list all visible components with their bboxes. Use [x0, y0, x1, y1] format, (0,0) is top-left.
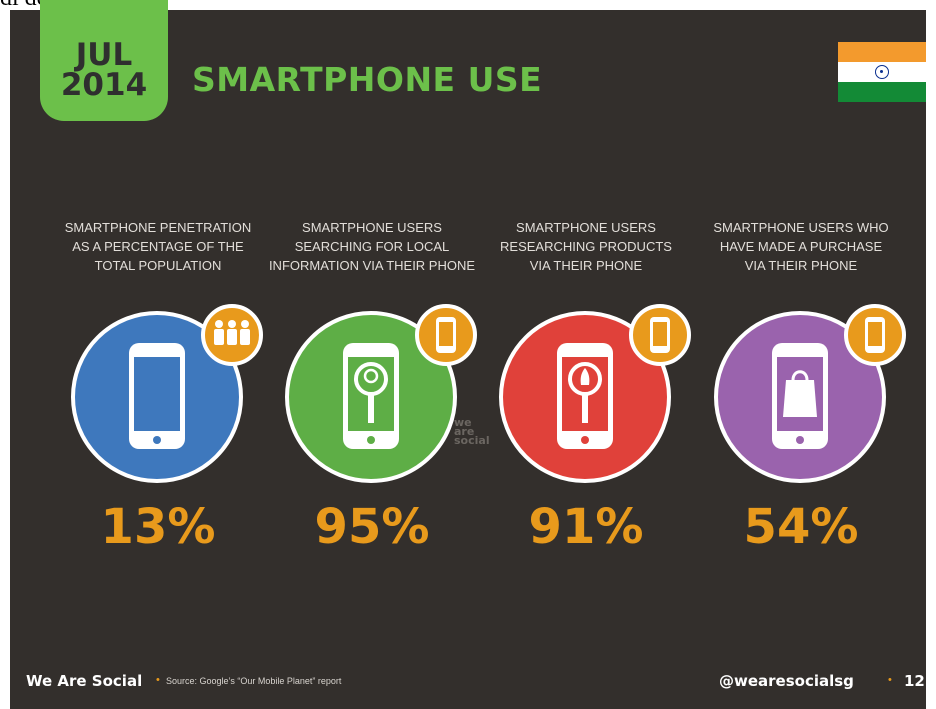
stat-label-line: AS A PERCENTAGE OF THE: [72, 239, 244, 254]
badge: [201, 304, 263, 366]
stat-label-line: VIA THEIR PHONE: [529, 258, 643, 273]
people-icon: [214, 320, 250, 345]
stat-card-research-products: SMARTPHONE USERS RESEARCHING PRODUCTS VI…: [476, 218, 696, 555]
smartphone-icon: [650, 317, 670, 353]
stat-label-line: VIA THEIR PHONE: [744, 258, 858, 273]
stat-label-line: INFORMATION VIA THEIR PHONE: [268, 258, 476, 273]
smartphone-icon: [865, 317, 885, 353]
badge: [629, 304, 691, 366]
stat-label: SMARTPHONE PENETRATION AS A PERCENTAGE O…: [48, 218, 268, 278]
footer-separator: •: [156, 674, 160, 686]
stat-value: 91%: [528, 499, 644, 555]
flag-saffron-band: [838, 42, 926, 62]
stat-label-line: RESEARCHING PRODUCTS: [500, 239, 672, 254]
stat-label: SMARTPHONE USERS RESEARCHING PRODUCTS VI…: [476, 218, 696, 278]
stat-value: 13%: [100, 499, 216, 555]
stat-label-line: SMARTPHONE USERS: [516, 220, 656, 235]
flag-green-band: [838, 82, 926, 102]
stat-label-line: HAVE MADE A PURCHASE: [719, 239, 883, 254]
chakra-icon: [875, 65, 889, 79]
india-flag-icon: [838, 42, 926, 102]
stat-label-line: SMARTPHONE USERS WHO: [713, 220, 889, 235]
stat-label-line: SMARTPHONE USERS: [302, 220, 442, 235]
badge: [415, 304, 477, 366]
footer-brand: We Are Social: [26, 672, 143, 690]
slide-title: SMARTPHONE USE: [192, 60, 543, 99]
date-month: JUL: [75, 37, 133, 73]
stat-label-line: SMARTPHONE PENETRATION: [64, 220, 252, 235]
badge: [844, 304, 906, 366]
footer-separator: •: [888, 674, 892, 686]
stat-label-line: TOTAL POPULATION: [94, 258, 222, 273]
date-tab: JUL 2014: [40, 0, 168, 121]
stat-label: SMARTPHONE USERS WHO HAVE MADE A PURCHAS…: [691, 218, 911, 278]
stat-value: 54%: [743, 499, 859, 555]
stat-label-line: SEARCHING FOR LOCAL: [294, 239, 450, 254]
footer-page-number: 12: [904, 672, 925, 690]
smartphone-icon: [436, 317, 456, 353]
stat-card-local-search: SMARTPHONE USERS SEARCHING FOR LOCAL INF…: [262, 218, 482, 555]
footer-source: Source: Google’s “Our Mobile Planet” rep…: [166, 676, 342, 686]
stat-card-penetration: SMARTPHONE PENETRATION AS A PERCENTAGE O…: [48, 218, 268, 555]
date-year: 2014: [60, 67, 148, 103]
stat-value: 95%: [314, 499, 430, 555]
footer-handle: @wearesocialsg: [719, 672, 854, 690]
we-are-social-watermark: we are social: [454, 417, 490, 447]
stat-card-purchase: SMARTPHONE USERS WHO HAVE MADE A PURCHAS…: [691, 218, 911, 555]
stat-label: SMARTPHONE USERS SEARCHING FOR LOCAL INF…: [262, 218, 482, 278]
watermark-line: social: [454, 434, 490, 447]
